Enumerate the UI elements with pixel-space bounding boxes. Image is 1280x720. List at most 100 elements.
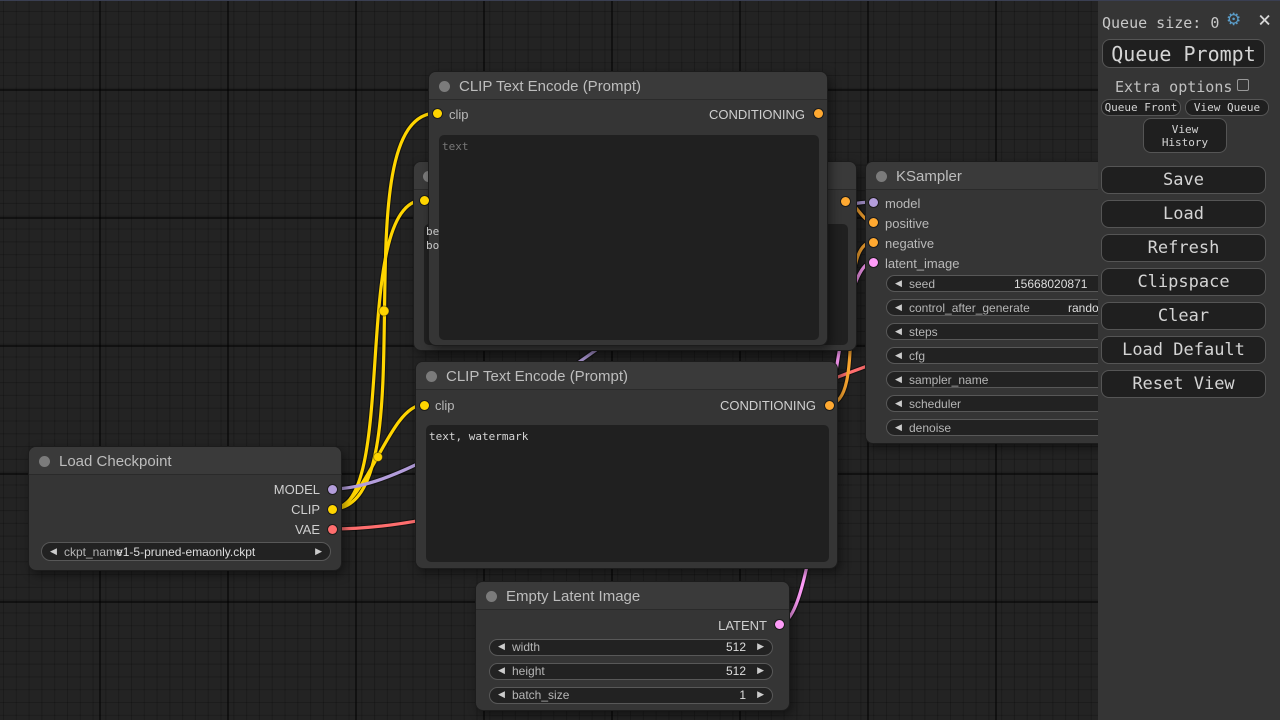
widget-ckpt-name[interactable]: ◀ ckpt_name v1-5-pruned-emaonly.ckpt ▶ — [41, 542, 331, 561]
decrement-arrow-icon[interactable]: ◀ — [895, 326, 902, 337]
node-clip-text-encode-negative[interactable]: CLIP Text Encode (Prompt) clip CONDITION… — [415, 361, 838, 569]
input-label-latent-image: latent_image — [885, 256, 960, 271]
output-port-model[interactable] — [327, 484, 337, 494]
increment-arrow-icon[interactable]: ▶ — [757, 641, 764, 652]
input-label-negative: negative — [885, 236, 935, 251]
clipspace-button[interactable]: Clipspace — [1101, 268, 1266, 296]
widget-cfg[interactable]: ◀ cfg — [886, 347, 1128, 364]
hidden-prompt-visible-text: be bo — [426, 225, 439, 252]
close-icon[interactable]: × — [1258, 8, 1271, 33]
increment-arrow-icon[interactable]: ▶ — [757, 665, 764, 676]
widget-denoise[interactable]: ◀ denoise — [886, 419, 1128, 436]
node-graph-canvas[interactable]: be bo CLIP Text Encode (Prompt) clip COND… — [0, 0, 1280, 720]
widget-label: cfg — [909, 348, 926, 363]
widget-height[interactable]: ◀ height 512 ▶ — [489, 663, 773, 680]
prompt-textarea[interactable]: text — [439, 135, 819, 340]
widget-sampler-name[interactable]: ◀ sampler_name — [886, 371, 1128, 388]
node-title: CLIP Text Encode (Prompt) — [459, 78, 642, 95]
input-label-clip: clip — [449, 107, 469, 122]
widget-label: ckpt_name — [64, 544, 123, 559]
decrement-arrow-icon[interactable]: ◀ — [895, 350, 902, 361]
widget-scheduler[interactable]: ◀ scheduler — [886, 395, 1128, 412]
output-port-clip[interactable] — [327, 504, 337, 514]
input-label-positive: positive — [885, 216, 930, 231]
collapse-circle-icon[interactable] — [426, 371, 437, 382]
input-port-negative[interactable] — [868, 237, 878, 247]
widget-label: scheduler — [909, 396, 962, 411]
output-label-latent: LATENT — [718, 618, 767, 633]
output-port-conditioning[interactable] — [840, 196, 850, 206]
output-label-conditioning: CONDITIONING — [708, 107, 805, 122]
output-label-conditioning: CONDITIONING — [719, 398, 816, 413]
widget-batch-size[interactable]: ◀ batch_size 1 ▶ — [489, 687, 773, 704]
widget-seed[interactable]: ◀ seed 15668020871 — [886, 275, 1128, 292]
widget-value: 15668020871 — [1014, 276, 1088, 291]
increment-arrow-icon[interactable]: ▶ — [315, 546, 322, 557]
widget-label: batch_size — [512, 688, 570, 703]
input-label-clip: clip — [435, 398, 455, 413]
decrement-arrow-icon[interactable]: ◀ — [895, 398, 902, 409]
widget-steps[interactable]: ◀ steps — [886, 323, 1128, 340]
link-dot — [373, 452, 383, 462]
widget-value: 1 — [739, 688, 746, 703]
output-label-model: MODEL — [273, 482, 320, 497]
input-port-clip[interactable] — [419, 400, 429, 410]
input-port-positive[interactable] — [868, 217, 878, 227]
decrement-arrow-icon[interactable]: ◀ — [895, 374, 902, 385]
node-clip-text-encode-positive[interactable]: CLIP Text Encode (Prompt) clip CONDITION… — [428, 71, 828, 346]
input-port-model[interactable] — [868, 197, 878, 207]
prompt-textarea[interactable]: text, watermark — [426, 425, 829, 562]
output-port-conditioning[interactable] — [813, 108, 823, 118]
collapse-circle-icon[interactable] — [439, 81, 450, 92]
decrement-arrow-icon[interactable]: ◀ — [50, 546, 57, 557]
load-button[interactable]: Load — [1101, 200, 1266, 228]
widget-value: 512 — [725, 640, 746, 655]
decrement-arrow-icon[interactable]: ◀ — [895, 422, 902, 433]
widget-label: height — [512, 664, 545, 679]
link-dot — [378, 305, 390, 317]
node-title: KSampler — [896, 168, 962, 185]
input-label-model: model — [885, 196, 921, 211]
queue-prompt-button[interactable]: Queue Prompt — [1102, 39, 1265, 68]
node-title: Empty Latent Image — [506, 588, 641, 605]
extra-options-checkbox[interactable] — [1237, 79, 1249, 91]
output-label-vae: VAE — [294, 522, 320, 537]
queue-front-button[interactable]: Queue Front — [1101, 99, 1181, 116]
increment-arrow-icon[interactable]: ▶ — [757, 689, 764, 700]
output-port-latent[interactable] — [774, 619, 784, 629]
queue-size-label: Queue size: 0 — [1102, 14, 1220, 32]
output-port-conditioning[interactable] — [824, 400, 834, 410]
decrement-arrow-icon[interactable]: ◀ — [498, 641, 505, 652]
widget-label: seed — [909, 276, 936, 291]
collapse-circle-icon[interactable] — [486, 591, 497, 602]
widget-label: control_after_generate — [909, 300, 1030, 315]
output-label-clip: CLIP — [291, 502, 320, 517]
extra-options-label: Extra options — [1115, 78, 1233, 96]
reset-view-button[interactable]: Reset View — [1101, 370, 1266, 398]
decrement-arrow-icon[interactable]: ◀ — [895, 302, 902, 313]
widget-value: 512 — [725, 664, 746, 679]
decrement-arrow-icon[interactable]: ◀ — [895, 278, 902, 289]
output-port-vae[interactable] — [327, 524, 337, 534]
view-history-button[interactable]: View History — [1143, 118, 1227, 153]
node-load-checkpoint[interactable]: Load Checkpoint MODEL CLIP VAE ◀ ckpt_na… — [28, 446, 342, 571]
widget-control-after-generate[interactable]: ◀ control_after_generate randomize — [886, 299, 1128, 316]
clear-button[interactable]: Clear — [1101, 302, 1266, 330]
input-port-clip[interactable] — [432, 108, 442, 118]
queue-sidebar: Queue size: 0 ⚙ × Queue Prompt Extra opt… — [1098, 1, 1280, 720]
widget-label: steps — [909, 324, 938, 339]
collapse-circle-icon[interactable] — [39, 456, 50, 467]
view-queue-button[interactable]: View Queue — [1185, 99, 1269, 116]
save-button[interactable]: Save — [1101, 166, 1266, 194]
decrement-arrow-icon[interactable]: ◀ — [498, 689, 505, 700]
node-empty-latent-image[interactable]: Empty Latent Image LATENT ◀ width 512 ▶ … — [475, 581, 790, 711]
decrement-arrow-icon[interactable]: ◀ — [498, 665, 505, 676]
input-port-clip[interactable] — [419, 196, 429, 205]
widget-width[interactable]: ◀ width 512 ▶ — [489, 639, 773, 656]
textarea-placeholder: text — [442, 140, 469, 153]
refresh-button[interactable]: Refresh — [1101, 234, 1266, 262]
load-default-button[interactable]: Load Default — [1101, 336, 1266, 364]
settings-gear-icon[interactable]: ⚙ — [1226, 10, 1241, 30]
input-port-latent-image[interactable] — [868, 257, 878, 267]
collapse-circle-icon[interactable] — [876, 171, 887, 182]
